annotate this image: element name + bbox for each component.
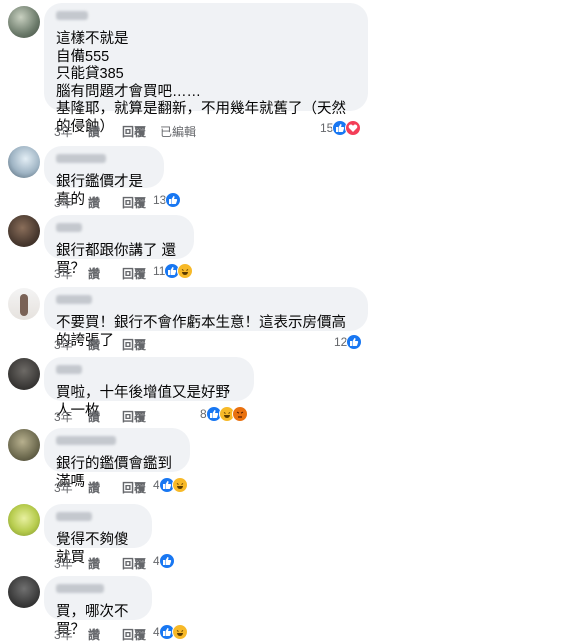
author-name[interactable] [56,154,106,163]
comment-bubble: 買啦，十年後增值又是好野人一枚 [44,357,254,419]
comment-actions: 3年 讚 回覆 [54,626,160,643]
reply-button[interactable]: 回覆 [122,336,160,353]
like-button[interactable]: 讚 [88,123,122,140]
avatar[interactable] [8,6,40,38]
reaction-summary[interactable]: 4 [153,477,188,493]
comment-bubble: 不要買！銀行不會作虧本生意！這表示房價高的誇張了 [44,287,368,349]
avatar[interactable] [8,576,40,608]
reaction-count: 12 [334,335,348,349]
reaction-summary[interactable]: 4 [153,553,175,569]
comment-actions: 3年 讚 回覆 [54,336,160,353]
comment-actions: 3年 讚 回覆 [54,555,160,572]
reaction-summary[interactable]: 15 [320,120,362,136]
timestamp[interactable]: 3年 [54,194,88,211]
comment-actions: 3年 讚 回覆 已編輯 [54,123,196,140]
like-button[interactable]: 讚 [88,194,122,211]
author-name[interactable] [56,365,82,374]
like-reaction-icon [346,334,363,350]
reply-button[interactable]: 回覆 [122,408,160,425]
avatar[interactable] [8,358,40,390]
author-name[interactable] [56,11,88,20]
author-name[interactable] [56,295,92,304]
comment-actions: 3年 讚 回覆 [54,265,160,282]
avatar[interactable] [8,288,40,320]
comment-bubble: 買，哪次不買？ [44,576,152,638]
edited-label[interactable]: 已編輯 [160,123,196,140]
like-reaction-icon [165,192,182,208]
love-reaction-icon [345,120,362,136]
reaction-summary[interactable]: 12 [334,334,363,350]
reaction-count: 13 [153,193,167,207]
reaction-summary[interactable]: 13 [153,192,182,208]
like-button[interactable]: 讚 [88,336,122,353]
comment-bubble: 銀行的鑑價會鑑到滿嗎 [44,428,190,490]
timestamp[interactable]: 3年 [54,408,88,425]
comment-bubble: 銀行鑑價才是真的 [44,146,164,208]
author-name[interactable] [56,584,104,593]
comment-bubble: 覺得不夠傻就買 [44,504,152,566]
comment-actions: 3年 讚 回覆 [54,194,160,211]
like-button[interactable]: 讚 [88,555,122,572]
like-reaction-icon [158,553,175,569]
avatar[interactable] [8,429,40,461]
reaction-count: 15 [320,121,334,135]
comment-bubble: 這樣不就是 自備555 只能貸385 腦有問題才會買吧…… 基隆耶，就算是翻新，… [44,3,368,135]
avatar[interactable] [8,215,40,247]
timestamp[interactable]: 3年 [54,265,88,282]
like-button[interactable]: 讚 [88,479,122,496]
timestamp[interactable]: 3年 [54,336,88,353]
timestamp[interactable]: 3年 [54,479,88,496]
reaction-summary[interactable]: 4 [153,624,188,640]
avatar[interactable] [8,146,40,178]
timestamp[interactable]: 3年 [54,555,88,572]
timestamp[interactable]: 3年 [54,123,88,140]
comment-bubble: 銀行都跟你講了 還買？ [44,215,194,277]
comment-actions: 3年 讚 回覆 [54,479,160,496]
angry-reaction-icon [231,406,248,422]
haha-reaction-icon [171,624,188,640]
haha-reaction-icon [171,477,188,493]
author-name[interactable] [56,512,92,521]
author-name[interactable] [56,223,82,232]
reply-button[interactable]: 回覆 [122,123,160,140]
avatar[interactable] [8,504,40,536]
like-button[interactable]: 讚 [88,408,122,425]
comment-text: 這樣不就是 自備555 只能貸385 腦有問題才會買吧…… 基隆耶，就算是翻新，… [56,31,346,135]
like-button[interactable]: 讚 [88,265,122,282]
reaction-summary[interactable]: 8 [200,406,248,422]
comment-actions: 3年 讚 回覆 [54,408,160,425]
author-name[interactable] [56,436,116,445]
reaction-summary[interactable]: 11 [153,263,194,279]
like-button[interactable]: 讚 [88,626,122,643]
timestamp[interactable]: 3年 [54,626,88,643]
haha-reaction-icon [177,263,194,279]
